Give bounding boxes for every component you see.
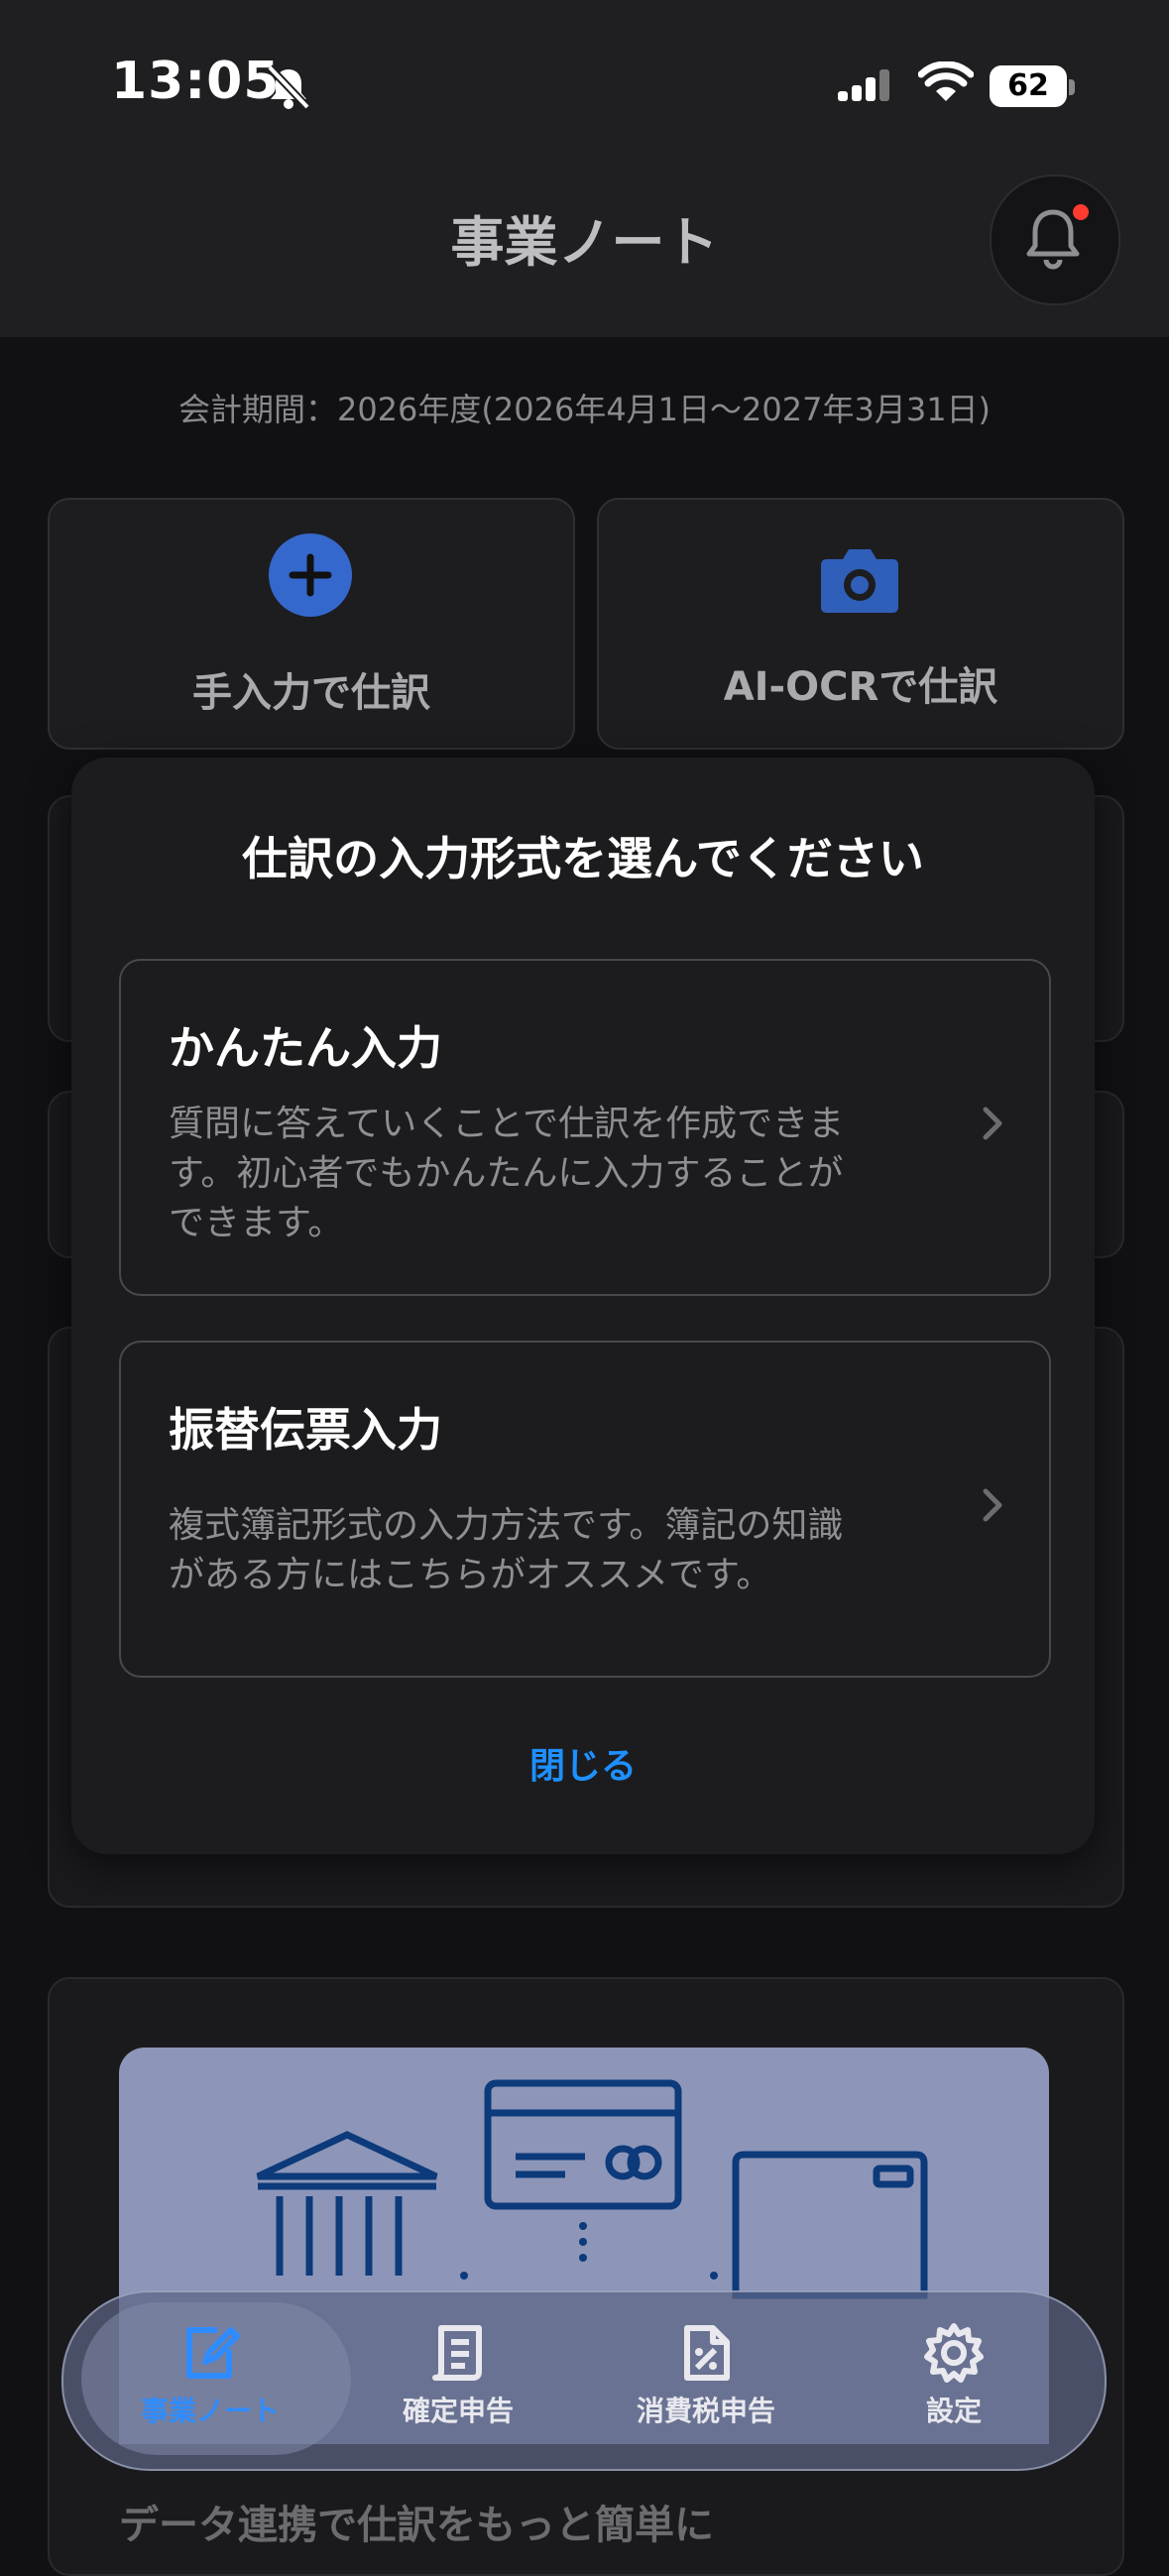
notification-badge: [1073, 204, 1089, 220]
tab-label: 確定申告: [402, 2395, 514, 2427]
battery-cap: [1069, 79, 1075, 95]
option-description: 複式簿記形式の入力方法です。簿記の知識 がある方にはこちらがオススメです。: [169, 1501, 922, 1600]
tab-label: 設定: [925, 2395, 982, 2427]
gear-icon: [855, 2320, 1053, 2390]
tab-label: 消費税申告: [636, 2395, 775, 2427]
tab-business-note[interactable]: 事業ノート: [111, 2320, 309, 2429]
camera-icon: [821, 549, 898, 613]
ai-ocr-label: AI-OCRで仕訳: [723, 664, 998, 710]
option-desc-line: がある方にはこちらがオススメです。: [169, 1555, 772, 1595]
data-link-title: データ連携で仕訳をもっと簡単に: [119, 2503, 714, 2548]
silent-bell-icon: [267, 64, 310, 110]
cellular-signal-icon: [838, 69, 889, 101]
option-desc-line: す。初心者でもかんたんに入力することが: [169, 1153, 844, 1194]
easy-input-option[interactable]: かんたん入力 質問に答えていくことで仕訳を作成できま す。初心者でもかんたんに入…: [119, 959, 1051, 1296]
bell-icon: [1026, 209, 1080, 270]
plus-icon: [269, 533, 352, 617]
option-description: 質問に答えていくことで仕訳を作成できま す。初心者でもかんたんに入力することが …: [169, 1100, 922, 1248]
note-edit-icon: [111, 2320, 309, 2390]
chevron-right-icon: [983, 1107, 1002, 1140]
option-title: かんたん入力: [169, 1021, 442, 1075]
document-icon: [359, 2320, 557, 2390]
entry-format-modal: [71, 758, 1095, 1854]
tab-settings[interactable]: 設定: [855, 2320, 1053, 2429]
transfer-slip-option[interactable]: 振替伝票入力 複式簿記形式の入力方法です。簿記の知識 がある方にはこちらがオスス…: [119, 1341, 1051, 1678]
option-desc-line: 質問に答えていくことで仕訳を作成できま: [169, 1104, 845, 1144]
manual-entry-label: 手入力で仕訳: [192, 670, 430, 716]
modal-title: 仕訳の入力形式を選んでください: [242, 832, 924, 885]
tax-document-icon: [607, 2320, 805, 2390]
chevron-right-icon: [983, 1488, 1002, 1522]
close-button[interactable]: 閉じる: [71, 1737, 1095, 1789]
notification-button[interactable]: [990, 175, 1120, 305]
accounting-period: 会計期間：2026年度(2026年4月1日～2027年3月31日): [177, 391, 992, 428]
battery-indicator: 62: [990, 65, 1067, 107]
option-title: 振替伝票入力: [169, 1403, 442, 1457]
tab-consumption-tax[interactable]: 消費税申告: [607, 2320, 805, 2429]
status-time: 13:05: [111, 52, 281, 111]
option-desc-line: できます。: [169, 1203, 344, 1243]
option-desc-line: 複式簿記形式の入力方法です。簿記の知識: [169, 1505, 844, 1546]
wifi-icon: [918, 61, 974, 101]
tab-label: 事業ノート: [140, 2395, 280, 2427]
tab-tax-return[interactable]: 確定申告: [359, 2320, 557, 2429]
